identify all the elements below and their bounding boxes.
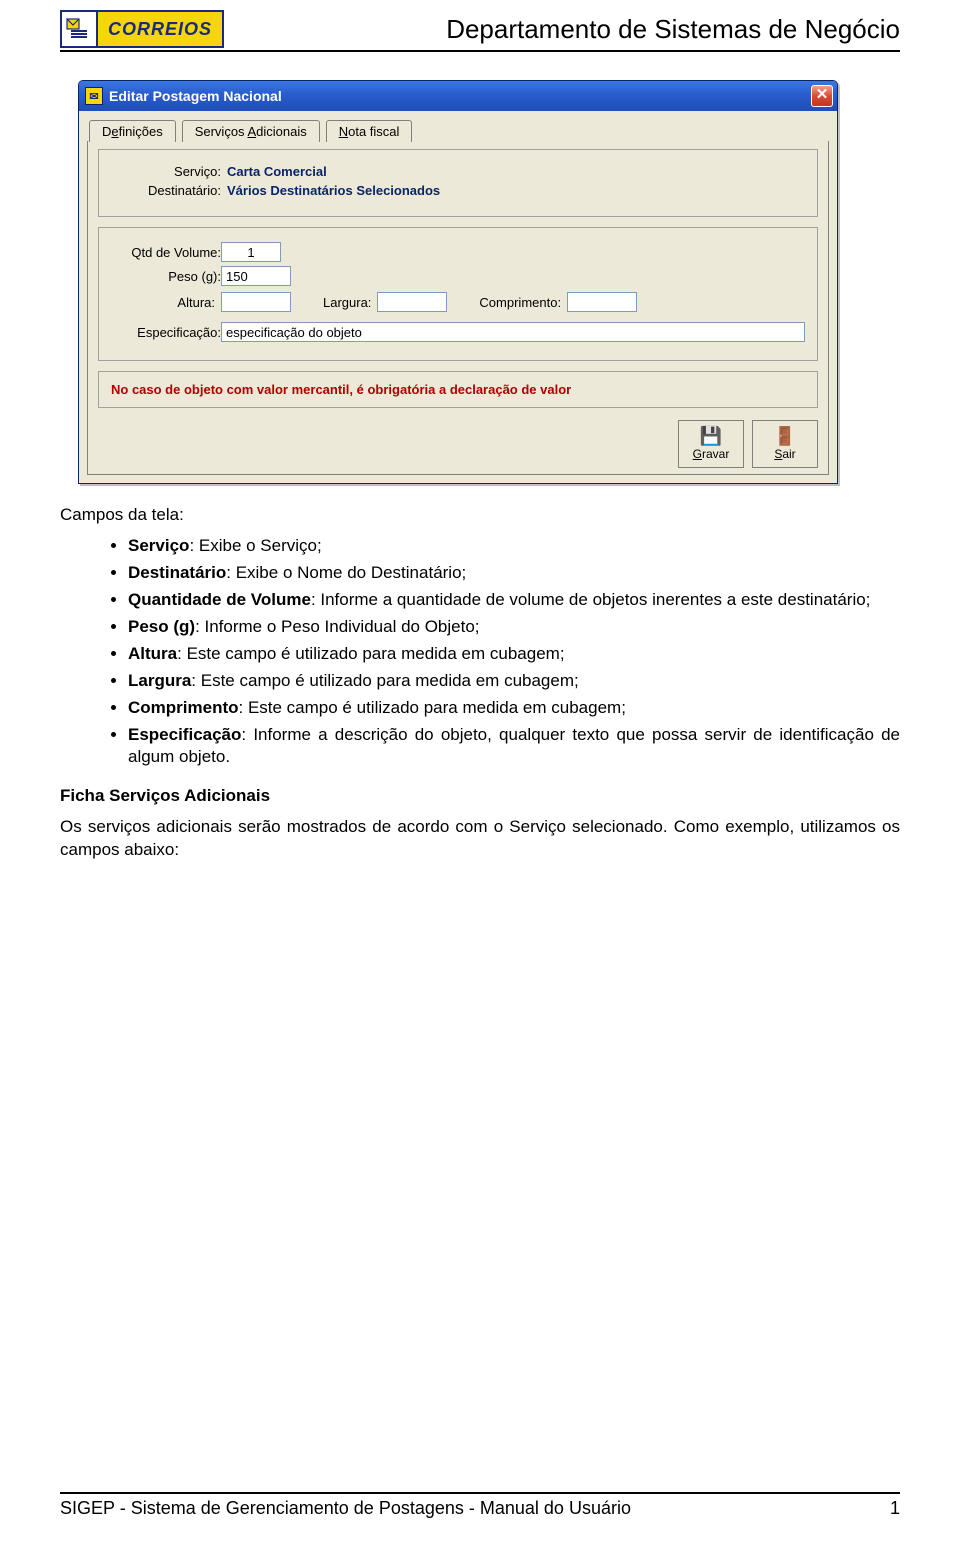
- correios-mark-icon: [62, 12, 96, 46]
- label-qtd-volume: Qtd de Volume:: [111, 245, 221, 260]
- tab-panel-definicoes: Serviço: Carta Comercial Destinatário: V…: [87, 141, 829, 475]
- page-footer: SIGEP - Sistema de Gerenciamento de Post…: [60, 1492, 900, 1519]
- ficha-paragraph: Os serviços adicionais serão mostrados d…: [60, 816, 900, 862]
- label-especificacao: Especificação:: [111, 325, 221, 340]
- list-item: Quantidade de Volume: Informe a quantida…: [128, 589, 900, 612]
- input-largura[interactable]: [377, 292, 447, 312]
- list-item: Largura: Este campo é utilizado para med…: [128, 670, 900, 693]
- label-altura: Altura:: [111, 295, 215, 310]
- input-peso[interactable]: [221, 266, 291, 286]
- list-item: Destinatário: Exibe o Nome do Destinatár…: [128, 562, 900, 585]
- label-largura: Largura:: [323, 295, 371, 310]
- body-text: Campos da tela: Serviço: Exibe o Serviço…: [60, 504, 900, 862]
- tab-nota-fiscal[interactable]: Nota fiscal: [326, 120, 413, 142]
- input-qtd-volume[interactable]: [221, 242, 281, 262]
- tabs: Definições Serviços Adicionais Nota fisc…: [87, 119, 829, 141]
- ficha-heading: Ficha Serviços Adicionais: [60, 785, 900, 808]
- list-item: Peso (g): Informe o Peso Individual do O…: [128, 616, 900, 639]
- list-item: Altura: Este campo é utilizado para medi…: [128, 643, 900, 666]
- campos-da-tela-title: Campos da tela:: [60, 504, 900, 527]
- tab-servicos-adicionais[interactable]: Serviços Adicionais: [182, 120, 320, 142]
- value-servico: Carta Comercial: [227, 164, 327, 179]
- logo: CORREIOS: [60, 10, 224, 48]
- value-destinatario: Vários Destinatários Selecionados: [227, 183, 440, 198]
- list-item: Serviço: Exibe o Serviço;: [128, 535, 900, 558]
- dialog-titlebar: ✉ Editar Postagem Nacional ✕: [79, 81, 837, 111]
- label-peso: Peso (g):: [111, 269, 221, 284]
- logo-word: CORREIOS: [96, 12, 222, 46]
- list-item: Comprimento: Este campo é utilizado para…: [128, 697, 900, 720]
- field-list: Serviço: Exibe o Serviço; Destinatário: …: [60, 535, 900, 769]
- gravar-button[interactable]: 💾 Gravar: [678, 420, 744, 468]
- page-header: CORREIOS Departamento de Sistemas de Neg…: [60, 10, 900, 52]
- department-title: Departamento de Sistemas de Negócio: [446, 14, 900, 45]
- page-number: 1: [890, 1498, 900, 1519]
- warning-valor-mercantil: No caso de objeto com valor mercantil, é…: [98, 371, 818, 408]
- label-destinatario: Destinatário:: [111, 183, 221, 198]
- window-icon: ✉: [85, 87, 103, 105]
- dialog-title: Editar Postagem Nacional: [109, 88, 282, 104]
- tab-definicoes[interactable]: Definições: [89, 120, 176, 142]
- input-especificacao[interactable]: [221, 322, 805, 342]
- label-servico: Serviço:: [111, 164, 221, 179]
- group-servico-destinatario: Serviço: Carta Comercial Destinatário: V…: [98, 149, 818, 217]
- dialog-editar-postagem: ✉ Editar Postagem Nacional ✕ Definições …: [78, 80, 838, 484]
- close-button[interactable]: ✕: [811, 85, 833, 107]
- exit-icon: 🚪: [774, 427, 796, 445]
- group-dimensoes: Qtd de Volume: Peso (g): Altura:: [98, 227, 818, 361]
- button-row: 💾 Gravar 🚪 Sair: [98, 418, 818, 470]
- input-comprimento[interactable]: [567, 292, 637, 312]
- footer-left: SIGEP - Sistema de Gerenciamento de Post…: [60, 1498, 631, 1519]
- sair-button[interactable]: 🚪 Sair: [752, 420, 818, 468]
- list-item: Especificação: Informe a descrição do ob…: [128, 724, 900, 770]
- input-altura[interactable]: [221, 292, 291, 312]
- save-icon: 💾: [700, 427, 722, 445]
- label-comprimento: Comprimento:: [479, 295, 561, 310]
